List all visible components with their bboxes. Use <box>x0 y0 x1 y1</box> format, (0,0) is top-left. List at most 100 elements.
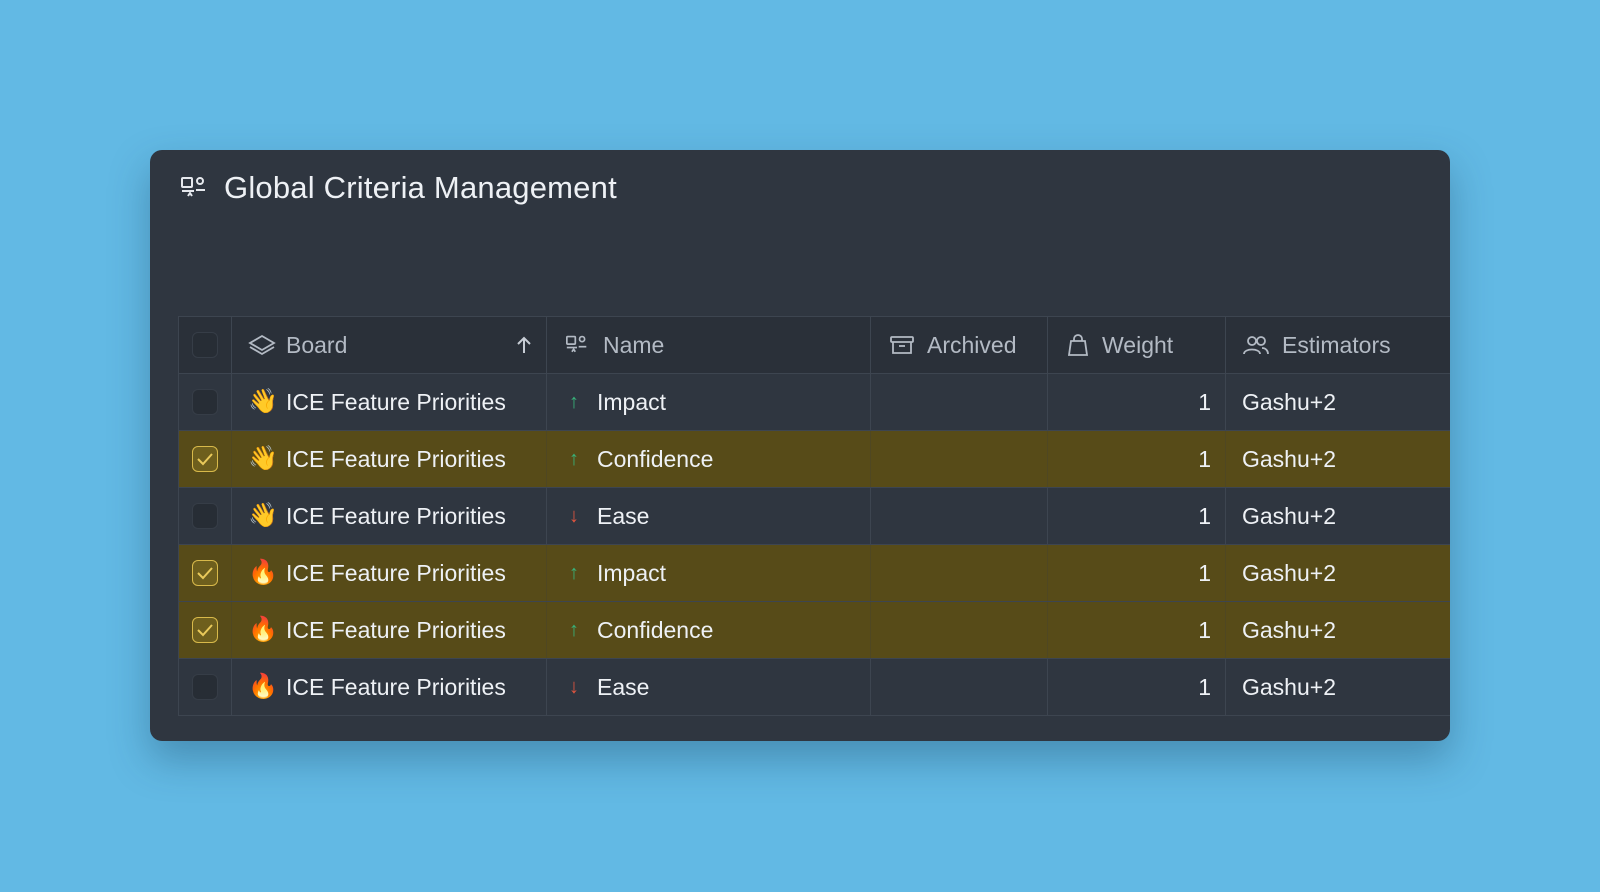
weight-value: 1 <box>1198 502 1211 529</box>
weight-icon <box>1066 333 1090 357</box>
name-cell[interactable]: ↑ Impact <box>547 545 871 601</box>
checkmark-icon <box>197 453 213 466</box>
table-row[interactable]: 👋 ICE Feature Priorities ↓ Ease 1 Gashu+… <box>179 488 1450 545</box>
criterion-name: Impact <box>597 388 667 415</box>
weight-cell[interactable]: 1 <box>1048 659 1226 715</box>
column-header-name[interactable]: Name <box>547 317 871 373</box>
board-cell[interactable]: 👋 ICE Feature Priorities <box>232 431 547 487</box>
row-checkbox[interactable] <box>192 617 218 643</box>
card-header: Global Criteria Management <box>180 168 617 208</box>
column-header-weight[interactable]: Weight <box>1048 317 1226 373</box>
table-row[interactable]: 🔥 ICE Feature Priorities ↑ Confidence 1 … <box>179 602 1450 659</box>
archived-cell[interactable] <box>871 374 1048 430</box>
column-label-archived: Archived <box>927 331 1017 358</box>
board-cell[interactable]: 🔥 ICE Feature Priorities <box>232 659 547 715</box>
arrow-up-icon: ↑ <box>569 618 579 641</box>
arrow-down-icon: ↓ <box>569 675 579 698</box>
weight-cell[interactable]: 1 <box>1048 545 1226 601</box>
board-name: ICE Feature Priorities <box>286 616 506 643</box>
weight-value: 1 <box>1198 673 1211 700</box>
column-label-weight: Weight <box>1102 331 1174 358</box>
table-header-row: Board Name Archived Weight Estimators <box>179 317 1450 374</box>
column-label-board: Board <box>286 331 348 358</box>
board-emoji-icon: 👋 <box>248 445 278 472</box>
archived-cell[interactable] <box>871 431 1048 487</box>
arrow-up-icon: ↑ <box>569 447 579 470</box>
weight-cell[interactable]: 1 <box>1048 488 1226 544</box>
criterion-name: Impact <box>597 559 667 586</box>
board-name: ICE Feature Priorities <box>286 445 506 472</box>
select-all-checkbox[interactable] <box>192 332 218 358</box>
weight-cell[interactable]: 1 <box>1048 374 1226 430</box>
criteria-card: Global Criteria Management Board Name Ar… <box>150 150 1450 741</box>
board-name: ICE Feature Priorities <box>286 673 506 700</box>
name-cell[interactable]: ↑ Confidence <box>547 602 871 658</box>
estimators-value: Gashu+2 <box>1242 388 1336 415</box>
board-emoji-icon: 🔥 <box>248 559 278 586</box>
board-cell[interactable]: 👋 ICE Feature Priorities <box>232 374 547 430</box>
archived-cell[interactable] <box>871 545 1048 601</box>
row-select-cell <box>179 602 232 658</box>
archived-cell[interactable] <box>871 602 1048 658</box>
arrow-up-icon: ↑ <box>569 561 579 584</box>
column-label-estimators: Estimators <box>1282 331 1391 358</box>
weight-value: 1 <box>1198 388 1211 415</box>
board-name: ICE Feature Priorities <box>286 559 506 586</box>
row-select-cell <box>179 659 232 715</box>
arrow-up-icon: ↑ <box>569 390 579 413</box>
weight-value: 1 <box>1198 616 1211 643</box>
column-header-estimators[interactable]: Estimators <box>1226 317 1450 373</box>
column-header-archived[interactable]: Archived <box>871 317 1048 373</box>
estimators-value: Gashu+2 <box>1242 559 1336 586</box>
column-header-board[interactable]: Board <box>232 317 547 373</box>
row-select-cell <box>179 488 232 544</box>
row-select-cell <box>179 374 232 430</box>
board-cell[interactable]: 🔥 ICE Feature Priorities <box>232 545 547 601</box>
weight-cell[interactable]: 1 <box>1048 602 1226 658</box>
row-checkbox[interactable] <box>192 389 218 415</box>
name-cell[interactable]: ↑ Confidence <box>547 431 871 487</box>
archived-cell[interactable] <box>871 488 1048 544</box>
board-name: ICE Feature Priorities <box>286 388 506 415</box>
criteria-table: Board Name Archived Weight Estimators 👋 … <box>178 316 1450 716</box>
estimators-cell[interactable]: Gashu+2 <box>1226 545 1450 601</box>
table-body: 👋 ICE Feature Priorities ↑ Impact 1 Gash… <box>179 374 1450 716</box>
estimators-value: Gashu+2 <box>1242 616 1336 643</box>
estimators-cell[interactable]: Gashu+2 <box>1226 488 1450 544</box>
weight-cell[interactable]: 1 <box>1048 431 1226 487</box>
criterion-name: Ease <box>597 673 650 700</box>
arrow-up-icon[interactable] <box>516 335 532 355</box>
users-icon <box>1242 334 1270 356</box>
archived-cell[interactable] <box>871 659 1048 715</box>
row-checkbox[interactable] <box>192 674 218 700</box>
estimators-value: Gashu+2 <box>1242 445 1336 472</box>
table-row[interactable]: 👋 ICE Feature Priorities ↑ Confidence 1 … <box>179 431 1450 488</box>
board-cell[interactable]: 🔥 ICE Feature Priorities <box>232 602 547 658</box>
weight-value: 1 <box>1198 445 1211 472</box>
criterion-name: Ease <box>597 502 650 529</box>
table-row[interactable]: 🔥 ICE Feature Priorities ↓ Ease 1 Gashu+… <box>179 659 1450 716</box>
board-name: ICE Feature Priorities <box>286 502 506 529</box>
board-emoji-icon: 👋 <box>248 502 278 529</box>
name-cell[interactable]: ↑ Impact <box>547 374 871 430</box>
row-checkbox[interactable] <box>192 560 218 586</box>
criteria-icon <box>565 334 589 356</box>
name-cell[interactable]: ↓ Ease <box>547 659 871 715</box>
table-row[interactable]: 👋 ICE Feature Priorities ↑ Impact 1 Gash… <box>179 374 1450 431</box>
row-select-cell <box>179 431 232 487</box>
table-row[interactable]: 🔥 ICE Feature Priorities ↑ Impact 1 Gash… <box>179 545 1450 602</box>
board-cell[interactable]: 👋 ICE Feature Priorities <box>232 488 547 544</box>
row-checkbox[interactable] <box>192 446 218 472</box>
estimators-cell[interactable]: Gashu+2 <box>1226 602 1450 658</box>
estimators-value: Gashu+2 <box>1242 673 1336 700</box>
estimators-cell[interactable]: Gashu+2 <box>1226 659 1450 715</box>
estimators-cell[interactable]: Gashu+2 <box>1226 374 1450 430</box>
name-cell[interactable]: ↓ Ease <box>547 488 871 544</box>
checkmark-icon <box>197 567 213 580</box>
board-emoji-icon: 🔥 <box>248 673 278 700</box>
weight-value: 1 <box>1198 559 1211 586</box>
row-checkbox[interactable] <box>192 503 218 529</box>
board-emoji-icon: 🔥 <box>248 616 278 643</box>
page-title: Global Criteria Management <box>224 170 617 205</box>
estimators-cell[interactable]: Gashu+2 <box>1226 431 1450 487</box>
